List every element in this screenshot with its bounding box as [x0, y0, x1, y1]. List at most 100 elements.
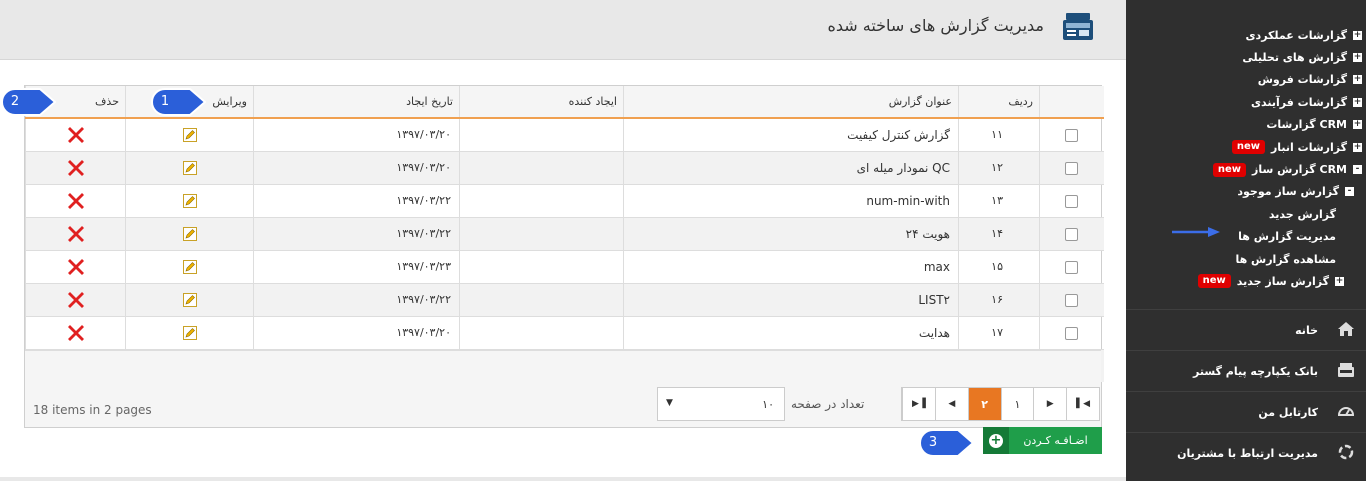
expand-icon[interactable]: + — [1353, 120, 1362, 130]
sidebar-tree-item[interactable]: new گزارش ساز CRM - — [1126, 158, 1366, 180]
row-checkbox[interactable] — [1065, 293, 1079, 307]
title-cell: نمودار میله ای QC — [623, 150, 959, 184]
delete-icon[interactable] — [66, 125, 86, 145]
edit-icon[interactable] — [182, 160, 197, 175]
edit-cell — [125, 282, 254, 316]
delete-icon[interactable] — [66, 290, 86, 310]
row-checkbox[interactable] — [1065, 260, 1079, 274]
sidebar-tree-item[interactable]: گزارشات فرآیندی + — [1126, 91, 1366, 113]
expand-icon[interactable]: + — [1353, 142, 1362, 152]
sidebar-tree-item[interactable]: new گزارشات انبار + — [1126, 136, 1366, 158]
nav-item-bank[interactable]: بانک یکپارچه پیام گستر — [1126, 350, 1366, 391]
delete-icon[interactable] — [66, 224, 86, 244]
tree-item-label: گزارشات انبار — [1270, 140, 1347, 154]
nav-item-crm[interactable]: مدیریت ارتباط با مشتریان — [1126, 432, 1366, 473]
expand-icon[interactable]: + — [1353, 75, 1362, 85]
edit-icon[interactable] — [182, 193, 197, 208]
row-checkbox[interactable] — [1065, 227, 1079, 241]
title-cell: هویت ۲۴ — [623, 216, 959, 250]
edit-icon[interactable] — [182, 325, 197, 340]
sidebar-tree-item[interactable]: مشاهده گزارش ها — [1126, 248, 1366, 270]
select-cell — [1039, 315, 1104, 349]
row-number-cell: ۱۵ — [958, 249, 1040, 283]
callout-2-number: 2 — [10, 94, 20, 109]
row-number-cell: ۱۶ — [958, 282, 1040, 316]
pager-info: 18 items in 2 pages — [33, 403, 152, 417]
sidebar-tree-item[interactable]: گزارش ساز موجود - — [1126, 181, 1366, 203]
col-header-title[interactable]: عنوان گزارش — [623, 86, 959, 119]
creator-cell — [459, 249, 624, 283]
sidebar-tree-item[interactable]: new گزارش ساز جدید + — [1126, 270, 1366, 292]
plus-icon: + — [983, 427, 1009, 454]
col-header-row[interactable]: ردیف — [958, 86, 1040, 119]
collapse-icon[interactable]: - — [1353, 165, 1362, 175]
delete-icon[interactable] — [66, 257, 86, 277]
page-1-button[interactable]: ۱ — [1000, 388, 1034, 420]
delete-cell — [25, 117, 126, 151]
delete-icon[interactable] — [66, 158, 86, 178]
sidebar-tree: گزارشات عملکردی + گزارش های تحلیلی + گزارشات… — [1126, 0, 1366, 293]
add-report-button[interactable]: + اضـافـه کـردن — [983, 427, 1102, 454]
expand-icon[interactable]: + — [1353, 53, 1362, 63]
table-row: ۱۳۹۷/۰۳/۲۲ num-min-with ۱۳ — [25, 183, 1104, 217]
edit-cell — [125, 117, 254, 151]
new-badge: new — [1231, 140, 1265, 155]
title-cell: num-min-with — [623, 183, 959, 217]
edit-icon[interactable] — [182, 259, 197, 274]
page-size-value: ۱۰ — [762, 398, 774, 411]
tree-item-label: مشاهده گزارش ها — [1235, 252, 1336, 266]
title-cell: max — [623, 249, 959, 283]
sidebar-tree-item[interactable]: گزارش جدید — [1126, 203, 1366, 225]
delete-cell — [25, 282, 126, 316]
row-checkbox[interactable] — [1065, 161, 1079, 175]
edit-icon[interactable] — [182, 292, 197, 307]
expand-icon[interactable]: + — [1335, 276, 1344, 286]
page-2-button[interactable]: ۲ — [967, 388, 1001, 420]
expand-icon[interactable]: + — [1353, 30, 1362, 40]
tree-item-label: گزارش های تحلیلی — [1242, 51, 1347, 65]
reports-grid: حذف ویرایش تاریخ ایجاد ایجاد کننده عنوان… — [24, 85, 1104, 428]
row-checkbox[interactable] — [1065, 194, 1079, 208]
first-page-icon: ▌◀ — [1076, 399, 1090, 409]
sidebar-tree-item[interactable]: گزارشات CRM + — [1126, 114, 1366, 136]
delete-icon[interactable] — [66, 323, 86, 343]
table-row: ۱۳۹۷/۰۳/۲۰ گزارش کنترل کیفیت ۱۱ — [25, 117, 1104, 151]
select-cell — [1039, 249, 1104, 283]
delete-icon[interactable] — [66, 191, 86, 211]
delete-cell — [25, 216, 126, 250]
sidebar: گزارشات عملکردی + گزارش های تحلیلی + گزارشات… — [1126, 0, 1366, 481]
tree-item-label: گزارش ساز CRM — [1252, 163, 1347, 177]
sidebar-tree-item[interactable]: مدیریت گزارش ها — [1126, 226, 1366, 248]
reports-table: حذف ویرایش تاریخ ایجاد ایجاد کننده عنوان… — [25, 86, 1104, 382]
col-header-select[interactable] — [1039, 86, 1104, 119]
last-page-button[interactable]: ▶▐ — [902, 388, 935, 420]
sidebar-tree-item[interactable]: گزارشات فروش + — [1126, 69, 1366, 91]
col-header-creator[interactable]: ایجاد کننده — [459, 86, 624, 119]
row-number-cell: ۱۷ — [958, 315, 1040, 349]
row-checkbox[interactable] — [1065, 128, 1079, 142]
table-row: ۱۳۹۷/۰۳/۲۰ هدایت ۱۷ — [25, 315, 1104, 349]
home-icon — [1336, 320, 1356, 340]
footer-divider — [0, 477, 1126, 481]
sidebar-tree-item[interactable]: گزارشات عملکردی + — [1126, 24, 1366, 46]
expand-icon[interactable]: + — [1353, 97, 1362, 107]
next-page-icon: ◀ — [948, 399, 956, 409]
next-page-button[interactable]: ◀ — [934, 388, 968, 420]
nav-item-dashboard[interactable]: کارتابل من — [1126, 391, 1366, 432]
date-cell: ۱۳۹۷/۰۳/۲۳ — [253, 249, 460, 283]
edit-icon[interactable] — [182, 226, 197, 241]
creator-cell — [459, 117, 624, 151]
page-size-select[interactable]: ۱۰ ▼ — [657, 387, 785, 421]
col-header-date[interactable]: تاریخ ایجاد — [253, 86, 460, 119]
creator-cell — [459, 216, 624, 250]
first-page-button[interactable]: ▌◀ — [1066, 388, 1099, 420]
select-cell — [1039, 216, 1104, 250]
sidebar-tree-item[interactable]: گزارش های تحلیلی + — [1126, 46, 1366, 68]
row-checkbox[interactable] — [1065, 326, 1079, 340]
prev-page-button[interactable]: ▶ — [1033, 388, 1066, 420]
edit-cell — [125, 216, 254, 250]
nav-item-home[interactable]: خانه — [1126, 309, 1366, 350]
row-number-cell: ۱۴ — [958, 216, 1040, 250]
collapse-icon[interactable]: - — [1345, 187, 1354, 197]
edit-icon[interactable] — [182, 128, 197, 142]
